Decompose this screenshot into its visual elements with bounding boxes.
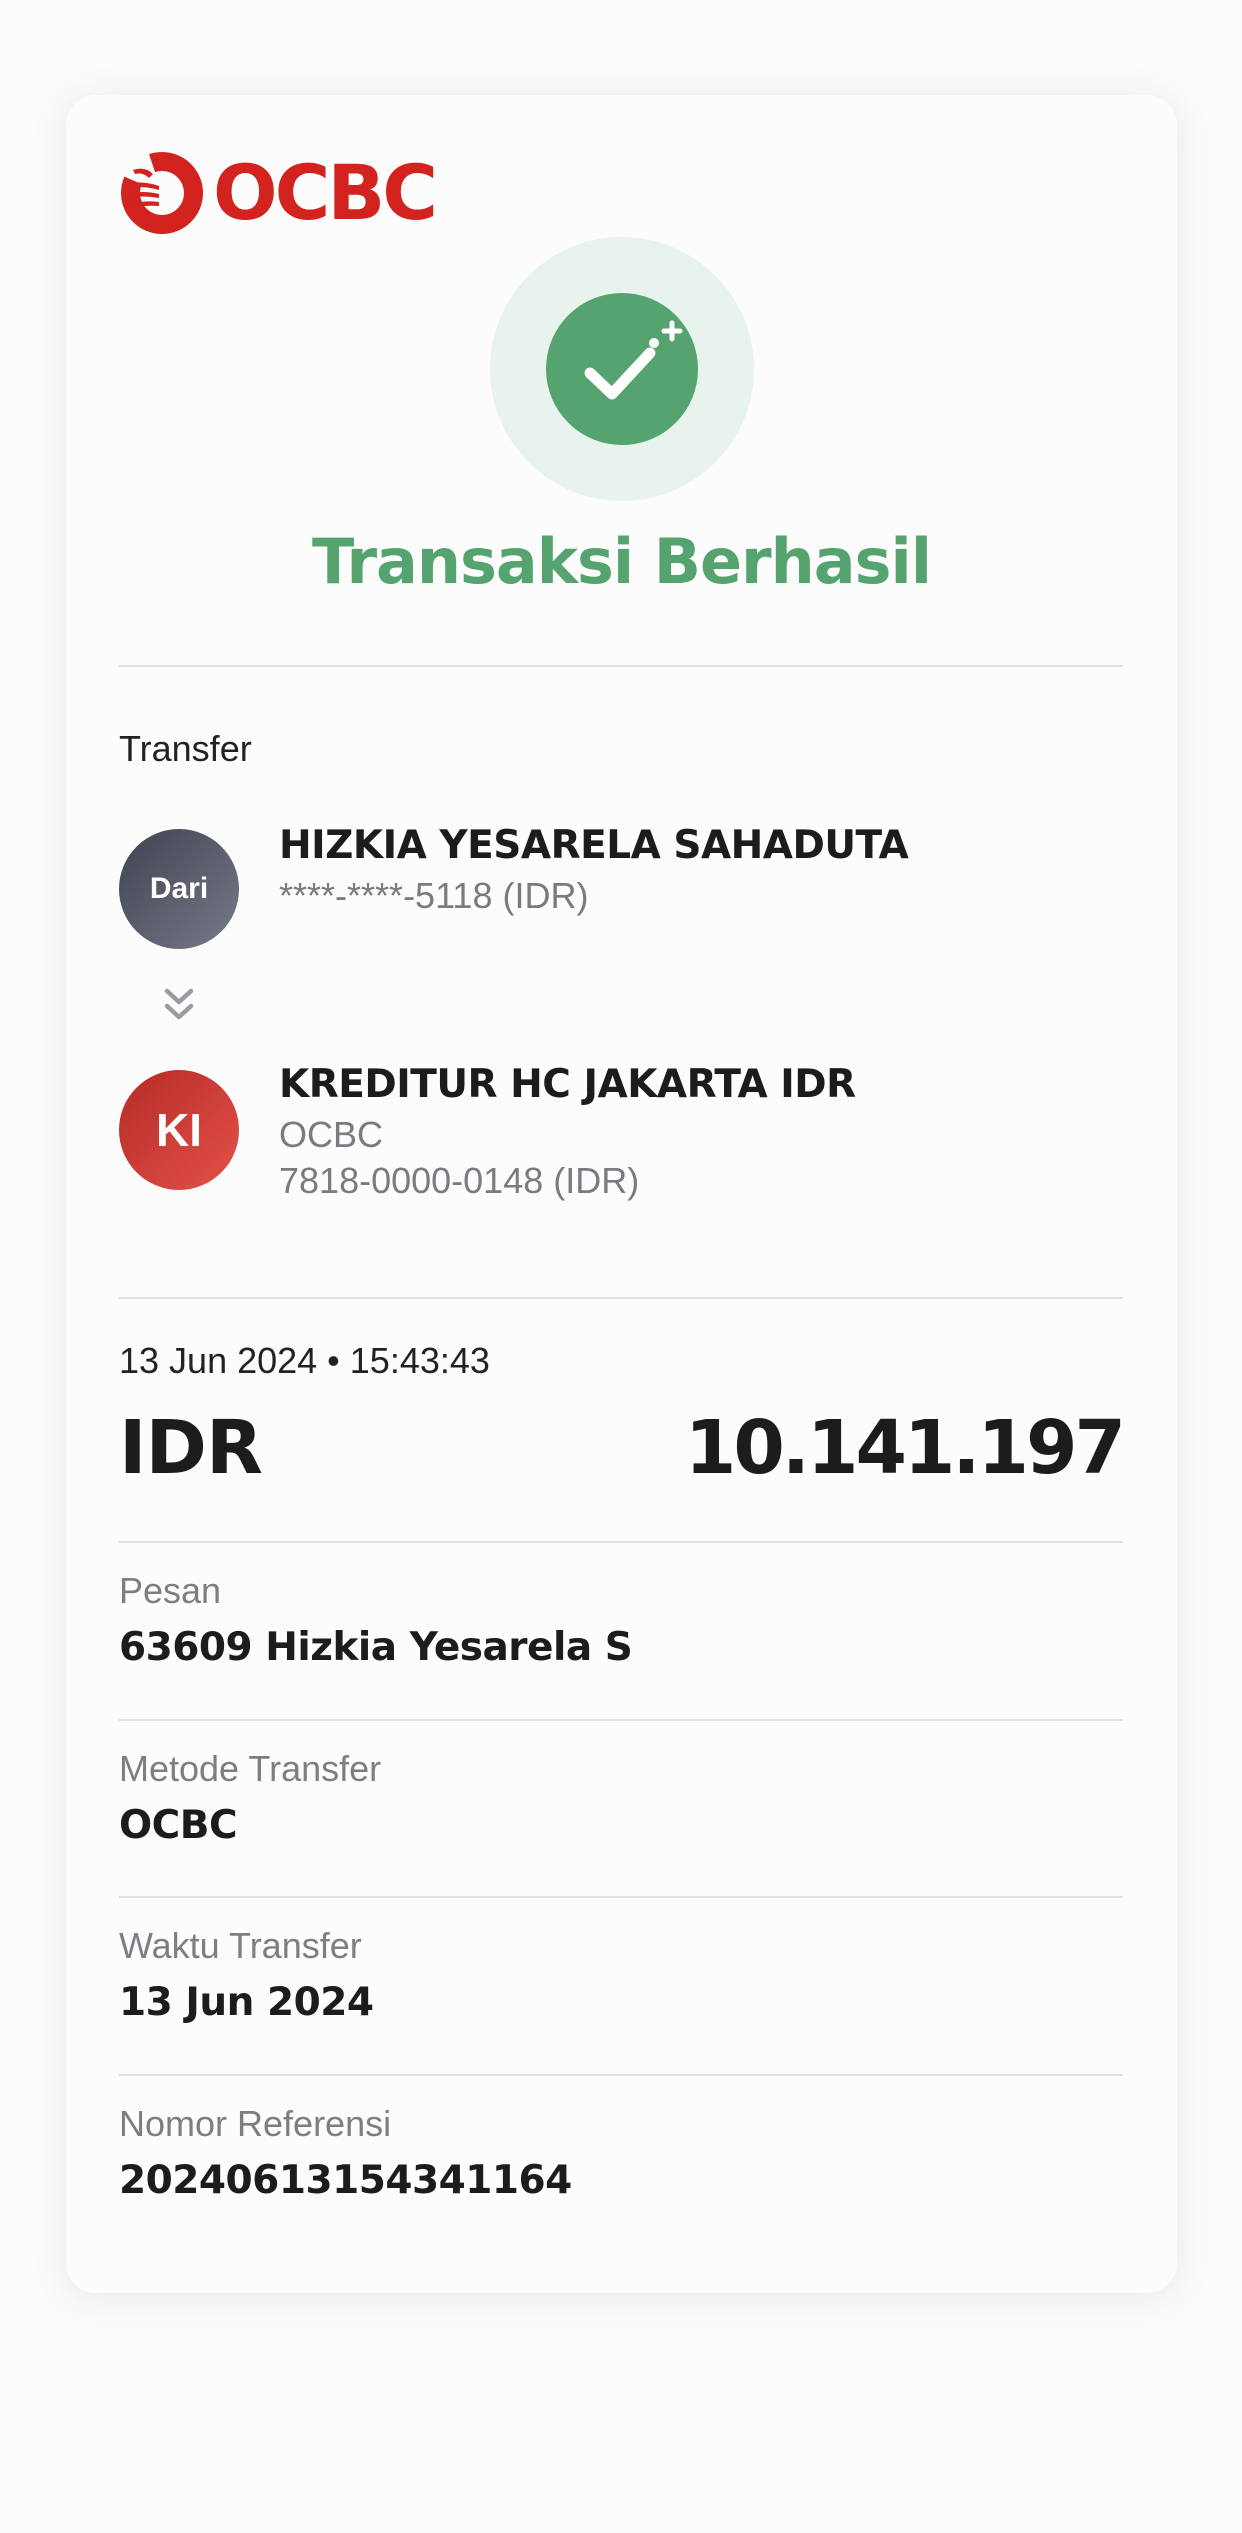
recipient-name: KREDITUR HC JAKARTA IDR xyxy=(279,1062,856,1107)
recipient-account: 7818-0000-0148 (IDR) xyxy=(279,1160,640,1201)
status-title: Transaksi Berhasil xyxy=(311,525,932,598)
section-label-transfer: Transfer xyxy=(119,728,252,769)
brand-name: OCBC xyxy=(213,148,438,237)
divider xyxy=(119,665,1123,667)
detail-label-message: Pesan xyxy=(119,1570,222,1611)
divider xyxy=(119,1541,1123,1543)
sender-name: HIZKIA YESARELA SAHADUTA xyxy=(279,823,909,868)
sender-avatar: Dari xyxy=(119,829,239,949)
detail-value-reference: 20240613154341164 xyxy=(119,2158,572,2203)
detail-value-message: 63609 Hizkia Yesarela S xyxy=(119,1625,633,1670)
divider xyxy=(119,1719,1123,1721)
ocbc-logo: OCBC xyxy=(119,148,438,237)
divider xyxy=(119,1896,1123,1898)
sender-account: ****-****-5118 (IDR) xyxy=(279,875,589,916)
detail-label-time: Waktu Transfer xyxy=(119,1925,362,1966)
sender-avatar-label: Dari xyxy=(149,872,209,905)
check-sparkle-icon xyxy=(546,293,698,445)
amount-value: 10.141.197 xyxy=(684,1405,1126,1491)
detail-label-method: Metode Transfer xyxy=(119,1748,382,1789)
receipt-card: OCBC Transaksi Berhasil Transfer Dari HI… xyxy=(66,95,1177,2293)
detail-value-time: 13 Jun 2024 xyxy=(119,1980,374,2025)
recipient-bank: OCBC xyxy=(279,1114,384,1155)
success-badge xyxy=(490,237,754,501)
double-chevron-down-icon xyxy=(164,988,194,1020)
ocbc-sail-icon xyxy=(121,152,203,234)
amount-currency: IDR xyxy=(119,1405,263,1491)
transaction-datetime: 13 Jun 2024 • 15:43:43 xyxy=(119,1340,490,1381)
recipient-avatar-label: KI xyxy=(156,1104,202,1156)
recipient-avatar: KI xyxy=(119,1070,239,1190)
divider xyxy=(119,1297,1123,1299)
detail-value-method: OCBC xyxy=(119,1803,238,1848)
detail-label-reference: Nomor Referensi xyxy=(119,2103,392,2144)
divider xyxy=(119,2074,1123,2076)
